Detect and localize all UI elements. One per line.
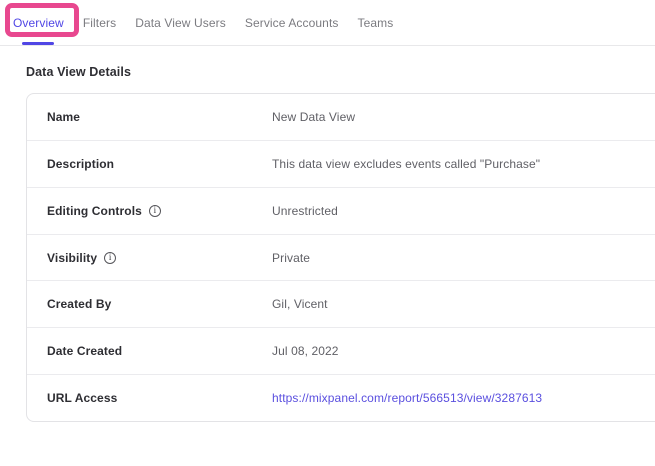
info-icon[interactable]: i	[104, 252, 116, 264]
active-tab-indicator	[22, 42, 54, 45]
url-access-link[interactable]: https://mixpanel.com/report/566513/view/…	[272, 391, 542, 405]
row-value-created-by: Gil, Vicent	[272, 297, 328, 311]
table-row-editing-controls: Editing Controls i Unrestricted	[27, 188, 655, 235]
tab-data-view-users[interactable]: Data View Users	[135, 0, 226, 45]
row-value-date-created: Jul 08, 2022	[272, 344, 339, 358]
tab-overview-label: Overview	[13, 16, 64, 30]
row-value-description: This data view excludes events called "P…	[272, 157, 540, 171]
info-icon[interactable]: i	[149, 205, 161, 217]
data-view-details-card: Name New Data View Description This data…	[26, 93, 655, 422]
row-value-editing-controls: Unrestricted	[272, 204, 338, 218]
row-label-editing-controls: Editing Controls i	[47, 204, 272, 218]
row-value-visibility: Private	[272, 251, 310, 265]
row-label-url-access: URL Access	[47, 391, 272, 405]
tab-data-view-users-label: Data View Users	[135, 16, 226, 30]
tab-service-accounts-label: Service Accounts	[245, 16, 339, 30]
tab-teams-label: Teams	[358, 16, 394, 30]
row-label-date-created: Date Created	[47, 344, 272, 358]
tab-filters[interactable]: Filters	[83, 0, 116, 45]
table-row-created-by: Created By Gil, Vicent	[27, 281, 655, 328]
tab-filters-label: Filters	[83, 16, 116, 30]
tab-overview[interactable]: Overview	[13, 0, 64, 45]
tab-bar: Overview Filters Data View Users Service…	[0, 0, 655, 46]
table-row-url-access: URL Access https://mixpanel.com/report/5…	[27, 375, 655, 421]
tab-teams[interactable]: Teams	[358, 0, 394, 45]
row-label-name: Name	[47, 110, 272, 124]
page-title: Data View Details	[26, 65, 131, 79]
row-value-name: New Data View	[272, 110, 355, 124]
table-row-name: Name New Data View	[27, 94, 655, 141]
table-row-description: Description This data view excludes even…	[27, 141, 655, 188]
table-row-visibility: Visibility i Private	[27, 235, 655, 282]
row-label-description: Description	[47, 157, 272, 171]
row-label-visibility: Visibility i	[47, 251, 272, 265]
row-label-created-by: Created By	[47, 297, 272, 311]
settings-page: Overview Filters Data View Users Service…	[0, 0, 655, 466]
tab-service-accounts[interactable]: Service Accounts	[245, 0, 339, 45]
table-row-date-created: Date Created Jul 08, 2022	[27, 328, 655, 375]
